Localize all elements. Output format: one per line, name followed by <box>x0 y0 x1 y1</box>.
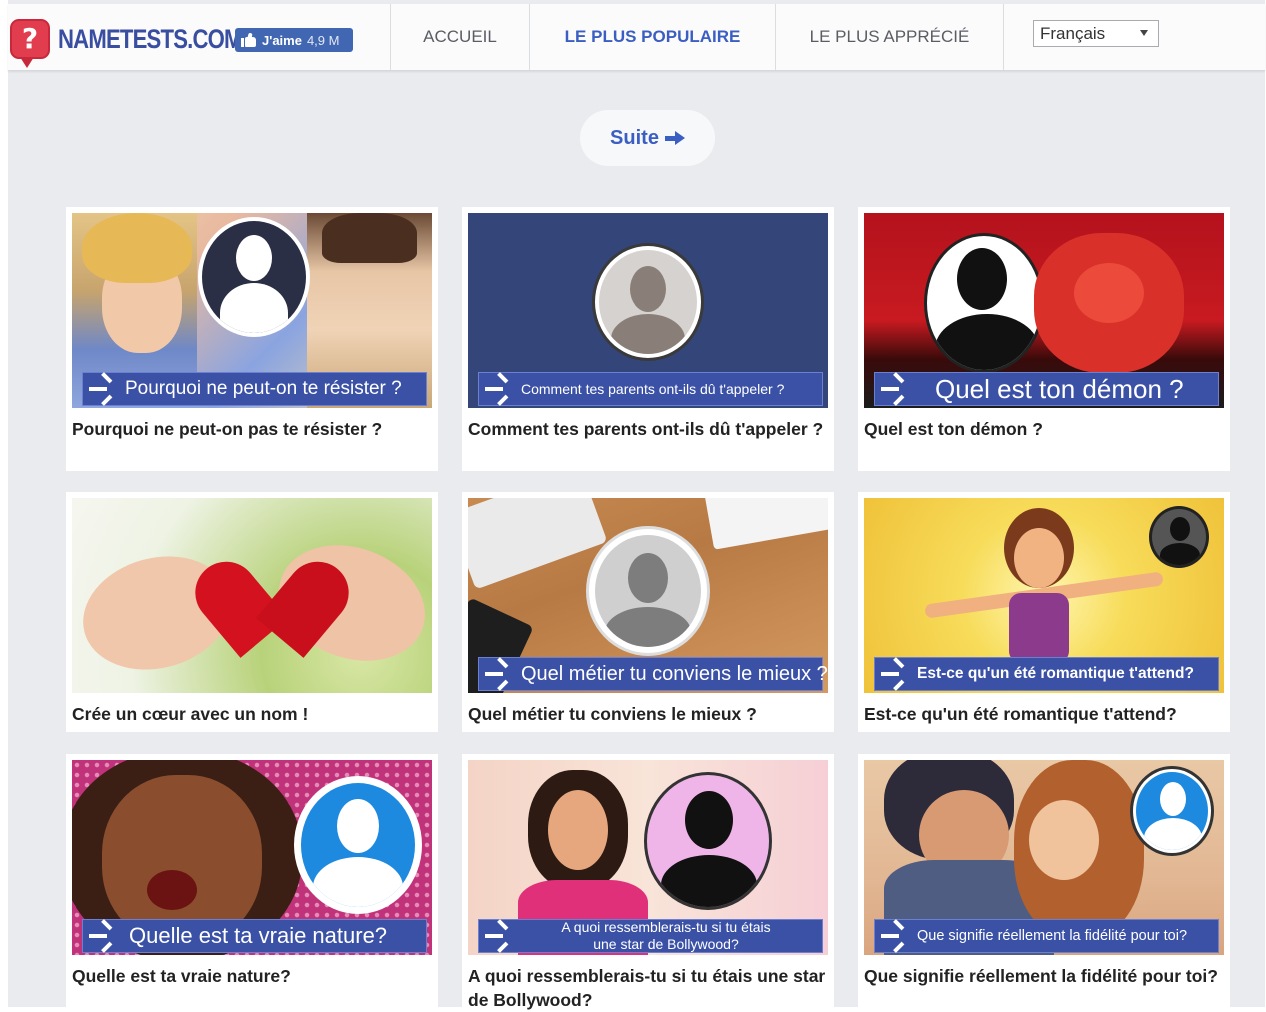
quiz-title[interactable]: Comment tes parents ont-ils dû t'appeler… <box>468 417 828 441</box>
nav-le-plus-apprecie[interactable]: LE PLUS APPRÉCIÉ <box>775 4 1003 70</box>
quiz-title[interactable]: Est-ce qu'un été romantique t'attend? <box>864 702 1224 726</box>
arrow-right-icon <box>881 372 909 406</box>
arrow-right-icon <box>485 919 513 953</box>
language-select[interactable]: Français <box>1033 20 1159 47</box>
like-label: J'aime <box>262 32 302 48</box>
quiz-thumbnail-metier[interactable]: Quel métier tu conviens le mieux ? <box>468 498 828 693</box>
quiz-thumbnail-demon[interactable]: Quel est ton démon ? <box>864 213 1224 408</box>
quiz-card[interactable]: Quel métier tu conviens le mieux ? Quel … <box>462 492 834 732</box>
avatar-placeholder-icon <box>586 526 710 656</box>
arrow-right-icon <box>485 657 513 691</box>
avatar-placeholder-icon <box>644 772 772 910</box>
quiz-thumbnail-ete[interactable]: Est-ce qu'un été romantique t'attend? <box>864 498 1224 693</box>
nav-divider <box>1003 4 1013 70</box>
arrow-right-icon <box>881 919 909 953</box>
question-bubble-icon: ? <box>10 19 50 68</box>
thumbs-up-icon <box>241 32 257 47</box>
avatar-placeholder-icon <box>592 243 704 361</box>
nav-le-plus-populaire[interactable]: LE PLUS POPULAIRE <box>529 4 775 70</box>
quiz-banner: Que signifie réellement la fidélité pour… <box>874 919 1219 953</box>
quiz-thumbnail-heart[interactable] <box>72 498 432 693</box>
quiz-title[interactable]: Crée un cœur avec un nom ! <box>72 702 432 726</box>
quiz-card[interactable]: Quelle est ta vraie nature? Quelle est t… <box>66 754 438 1007</box>
quiz-banner: Est-ce qu'un été romantique t'attend? <box>874 657 1219 691</box>
quiz-banner: A quoi ressemblerais-tu si tu étais une … <box>478 919 823 953</box>
quiz-thumbnail-nature[interactable]: Quelle est ta vraie nature? <box>72 760 432 955</box>
avatar-placeholder-icon <box>198 217 310 337</box>
quiz-title[interactable]: Que signifie réellement la fidélité pour… <box>864 964 1224 988</box>
arrow-right-icon <box>89 372 117 406</box>
dropdown-arrow-icon <box>1140 30 1148 36</box>
heart-icon <box>182 528 362 658</box>
quiz-title[interactable]: Pourquoi ne peut-on pas te résister ? <box>72 417 432 441</box>
quiz-title[interactable]: Quel est ton démon ? <box>864 417 1224 441</box>
avatar-placeholder-icon <box>924 233 1044 373</box>
arrow-right-icon <box>881 657 909 691</box>
quiz-banner: Pourquoi ne peut-on te résister ? <box>82 372 427 406</box>
quiz-card[interactable]: Que signifie réellement la fidélité pour… <box>858 754 1230 1007</box>
quiz-thumbnail-fidelite[interactable]: Que signifie réellement la fidélité pour… <box>864 760 1224 955</box>
quiz-banner: Quelle est ta vraie nature? <box>82 919 427 953</box>
facebook-like-button[interactable]: J'aime 4,9 M <box>235 28 353 52</box>
like-count: 4,9 M <box>306 32 340 48</box>
page-background: ? NAMETESTS.COM J'aime 4,9 M ACCUEIL LE … <box>8 0 1265 1010</box>
quiz-title[interactable]: Quelle est ta vraie nature? <box>72 964 432 988</box>
quiz-card[interactable]: Comment tes parents ont-ils dû t'appeler… <box>462 207 834 471</box>
quiz-banner: Comment tes parents ont-ils dû t'appeler… <box>478 372 823 406</box>
quiz-title[interactable]: Quel métier tu conviens le mieux ? <box>468 702 828 726</box>
avatar-placeholder-icon <box>294 776 422 914</box>
quiz-thumbnail-parents[interactable]: Comment tes parents ont-ils dû t'appeler… <box>468 213 828 408</box>
quiz-card[interactable]: Crée un cœur avec un nom ! <box>66 492 438 732</box>
quiz-card[interactable]: Pourquoi ne peut-on te résister ? Pourqu… <box>66 207 438 471</box>
quiz-card[interactable]: Quel est ton démon ? Quel est ton démon … <box>858 207 1230 471</box>
avatar-placeholder-icon <box>1130 766 1214 856</box>
arrow-right-icon <box>664 131 685 145</box>
brand-name: NAMETESTS.COM <box>58 23 243 54</box>
quiz-card[interactable]: A quoi ressemblerais-tu si tu étais une … <box>462 754 834 1010</box>
language-selected: Français <box>1040 24 1106 43</box>
quiz-banner: Quel est ton démon ? <box>874 372 1219 406</box>
quiz-banner: Quel métier tu conviens le mieux ? <box>478 657 828 691</box>
main-nav: ACCUEIL LE PLUS POPULAIRE LE PLUS APPRÉC… <box>390 4 1013 70</box>
nav-accueil[interactable]: ACCUEIL <box>390 4 529 70</box>
site-header: ? NAMETESTS.COM J'aime 4,9 M ACCUEIL LE … <box>8 4 1265 71</box>
suite-button[interactable]: Suite <box>580 110 715 166</box>
suite-label: Suite <box>610 126 659 149</box>
arrow-right-icon <box>485 372 513 406</box>
quiz-title[interactable]: A quoi ressemblerais-tu si tu étais une … <box>468 964 828 1012</box>
quiz-thumbnail-couple[interactable]: Pourquoi ne peut-on te résister ? <box>72 213 432 408</box>
quiz-card[interactable]: Est-ce qu'un été romantique t'attend? Es… <box>858 492 1230 732</box>
avatar-placeholder-icon <box>1149 506 1209 568</box>
arrow-right-icon <box>89 919 117 953</box>
quiz-thumbnail-bollywood[interactable]: A quoi ressemblerais-tu si tu étais une … <box>468 760 828 955</box>
